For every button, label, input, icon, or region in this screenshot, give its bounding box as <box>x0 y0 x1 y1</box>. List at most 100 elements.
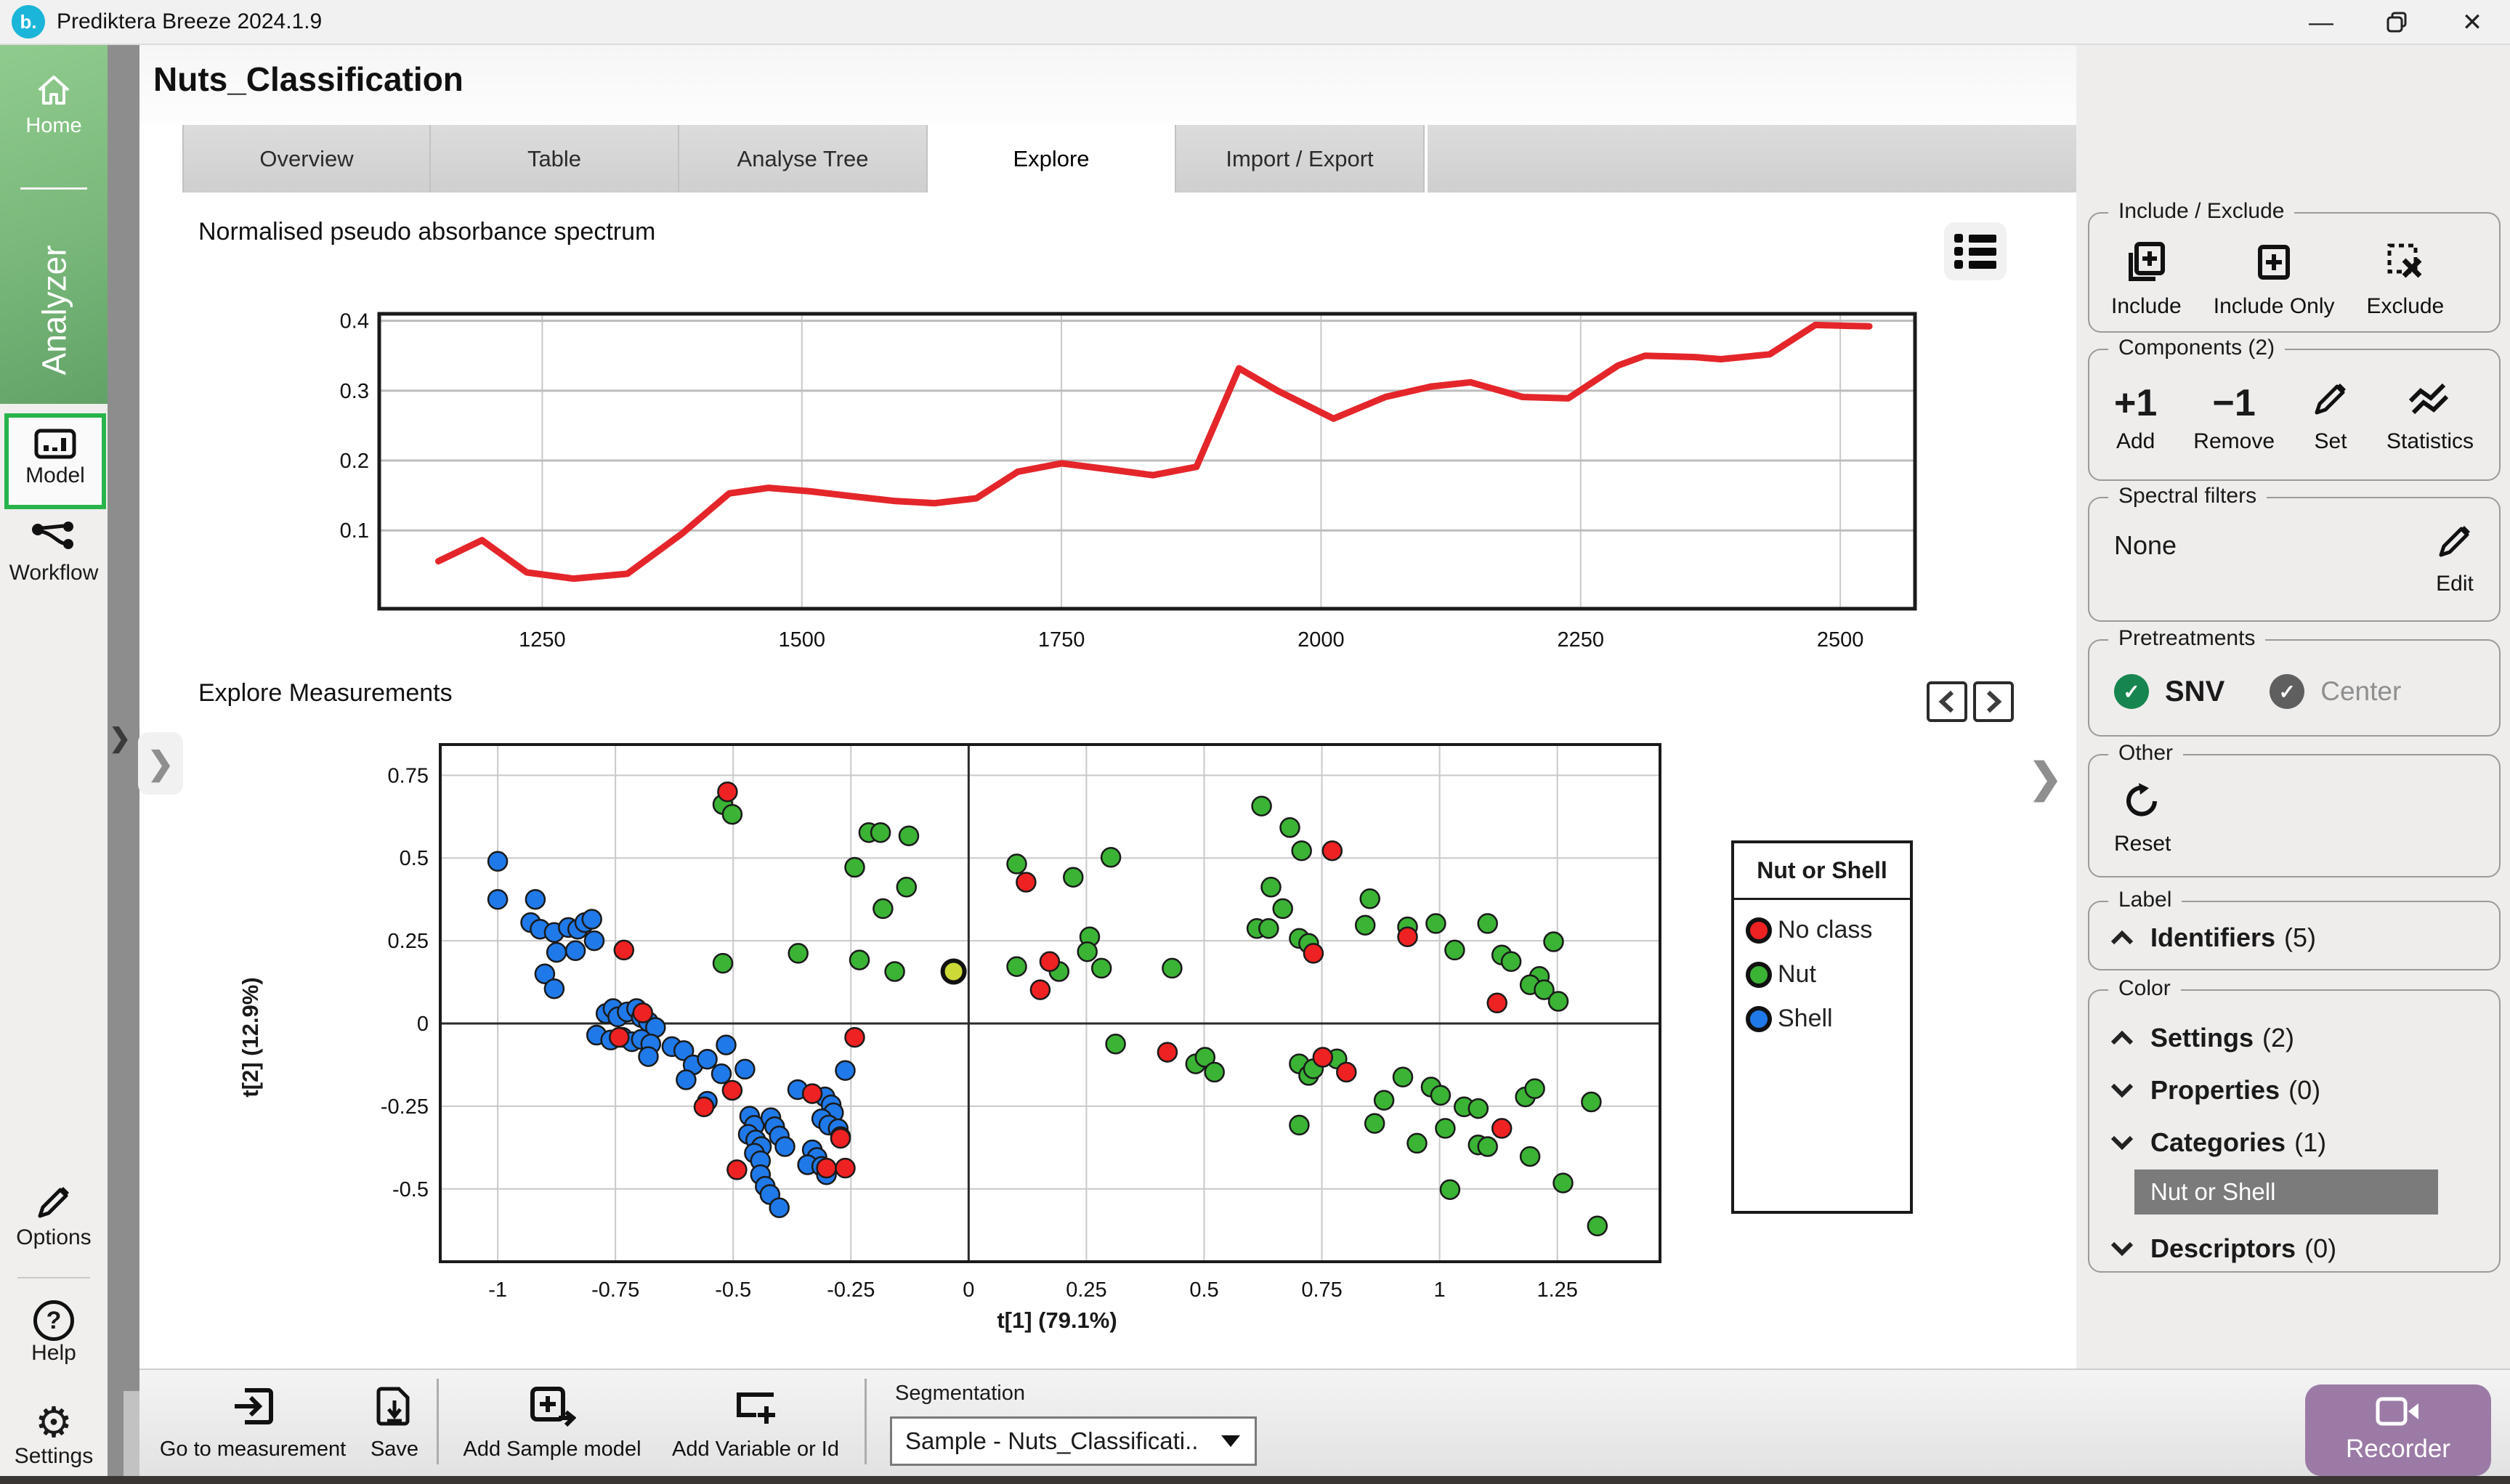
legend-title: Nut or Shell <box>1734 843 1910 900</box>
chevron-left-icon <box>1938 690 1954 713</box>
tab-explore[interactable]: Explore <box>928 125 1176 192</box>
spectrum-chart-title: Normalised pseudo absorbance spectrum <box>198 218 656 246</box>
section-legend: Components (2) <box>2108 336 2286 360</box>
color-categories-toggle[interactable]: Categories (1) <box>2089 1106 2499 1158</box>
tab-overview[interactable]: Overview <box>182 125 431 192</box>
sidebar-item-home[interactable]: Home <box>0 73 108 138</box>
svg-text:-1: -1 <box>488 1278 507 1302</box>
color-properties-toggle[interactable]: Properties (0) <box>2089 1053 2499 1106</box>
row-label: Settings <box>2150 1023 2254 1053</box>
legend-item-nut[interactable]: Nut <box>1746 960 1910 989</box>
row-count: (1) <box>2294 1127 2327 1157</box>
legend-item-shell[interactable]: Shell <box>1746 1005 1910 1033</box>
pretreatments-section: Pretreatments ✓ SNV ✓ Center <box>2088 626 2501 737</box>
video-camera-icon <box>2376 1397 2418 1426</box>
sidebar-divider <box>20 187 87 190</box>
sidebar-item-help[interactable]: ? Help <box>0 1300 108 1366</box>
segmentation-value: Sample - Nuts_Classificati.. <box>905 1427 1199 1454</box>
row-count: (0) <box>2288 1075 2321 1105</box>
svg-text:1: 1 <box>1434 1278 1446 1302</box>
tab-import-export[interactable]: Import / Export <box>1176 125 1425 192</box>
segmentation-select[interactable]: Sample - Nuts_Classificati.. <box>890 1416 1257 1466</box>
add-sample-model-icon <box>530 1387 577 1427</box>
svg-text:0.1: 0.1 <box>340 519 369 543</box>
spectral-filter-value: None <box>2114 530 2177 560</box>
svg-text:-0.5: -0.5 <box>715 1278 751 1302</box>
other-section: Other Reset <box>2088 741 2501 877</box>
sidebar-item-label: Model <box>25 463 85 487</box>
settings-gear-icon: ⚙ <box>35 1399 73 1446</box>
set-components-button[interactable]: Set <box>2311 379 2350 454</box>
svg-text:0.2: 0.2 <box>340 450 369 473</box>
sidebar-item-settings[interactable]: ⚙ Settings <box>0 1402 108 1469</box>
center-check-icon[interactable]: ✓ <box>2270 674 2305 709</box>
sidebar-item-label: Help <box>31 1341 76 1365</box>
left-pane-expander[interactable]: ❯ <box>138 732 183 795</box>
svg-text:0.3: 0.3 <box>340 380 369 403</box>
spectrum-chart[interactable]: 1250 1500 1750 2000 2250 2500 0.1 0.2 0.3 0.4 <box>312 307 1962 655</box>
chevron-right-icon: ❯ <box>147 745 174 782</box>
remove-component-button[interactable]: −1 Remove <box>2193 384 2275 454</box>
app-title: Prediktera Breeze 2024.1.9 <box>57 9 323 33</box>
svg-text:2000: 2000 <box>1297 628 1345 652</box>
save-button[interactable]: Save <box>362 1384 427 1461</box>
reset-button[interactable]: Reset <box>2114 782 2171 856</box>
pretreatment-snv-label: SNV <box>2165 675 2225 707</box>
help-icon: ? <box>33 1300 74 1341</box>
pencil-icon <box>2315 384 2347 415</box>
exclude-button[interactable]: Exclude <box>2367 241 2444 319</box>
add-sample-model-button[interactable]: Add Sample model <box>458 1384 647 1461</box>
tab-analyse-tree[interactable]: Analyse Tree <box>679 125 928 192</box>
tab-table[interactable]: Table <box>431 125 679 192</box>
edit-spectral-filters-button[interactable]: Edit <box>2435 522 2474 596</box>
plus-one-icon: +1 <box>2114 382 2158 424</box>
chevron-up-icon <box>2110 1030 2134 1046</box>
title-bar: b. Prediktera Breeze 2024.1.9 — ✕ <box>0 0 2510 45</box>
next-measurement-button[interactable] <box>1973 681 2014 722</box>
button-label: Include <box>2111 294 2182 318</box>
color-descriptors-toggle[interactable]: Descriptors (0) <box>2089 1215 2499 1264</box>
tab-bar: Overview Table Analyse Tree Explore Impo… <box>139 125 2076 192</box>
minimize-button[interactable]: — <box>2283 0 2359 45</box>
scatter-plot[interactable]: -1 -0.75 -0.5 -0.25 0 0.25 0.5 0.75 1 1.25 -0.5 -0.… <box>312 730 1765 1318</box>
chart-list-button[interactable] <box>1944 222 2007 280</box>
close-button[interactable]: ✕ <box>2434 0 2510 45</box>
row-label: Descriptors <box>2150 1233 2296 1263</box>
add-variable-or-id-button[interactable]: Add Variable or Id <box>661 1384 850 1461</box>
scatter-legend: Nut or Shell No class Nut Shell <box>1731 840 1913 1214</box>
restore-button[interactable] <box>2359 0 2434 45</box>
svg-text:0.75: 0.75 <box>388 764 429 787</box>
right-pane-expander[interactable]: ❯ <box>2028 754 2062 802</box>
statistics-button[interactable]: Statistics <box>2386 379 2474 454</box>
sidebar-divider <box>17 1277 90 1278</box>
home-icon <box>38 76 70 105</box>
section-legend: Spectral filters <box>2108 484 2267 508</box>
recorder-button[interactable]: Recorder <box>2305 1384 2491 1476</box>
include-button[interactable]: Include <box>2111 241 2182 319</box>
row-label: Properties <box>2150 1075 2280 1105</box>
go-to-measurement-button[interactable]: Go to measurement <box>158 1384 347 1461</box>
window-bottom-edge <box>0 1476 2510 1484</box>
splitter-scroll-thumb[interactable] <box>124 1391 139 1478</box>
button-label: Add Sample model <box>463 1438 641 1461</box>
row-count: (5) <box>2284 923 2317 952</box>
category-item-nut-or-shell[interactable]: Nut or Shell <box>2134 1169 2438 1215</box>
include-only-button[interactable]: Include Only <box>2214 241 2335 319</box>
sidebar-item-workflow[interactable]: Workflow <box>0 519 108 585</box>
splitter-expand-icon[interactable]: ❯ <box>109 723 131 753</box>
sidebar-item-model[interactable]: Model <box>4 413 106 509</box>
sidebar-item-options[interactable]: Options <box>0 1183 108 1250</box>
section-legend: Other <box>2108 741 2184 766</box>
button-label: Include Only <box>2213 294 2335 318</box>
panel-splitter[interactable] <box>108 45 139 1484</box>
row-count: (2) <box>2262 1023 2295 1053</box>
add-component-button[interactable]: +1 Add <box>2114 384 2157 454</box>
chevron-down-icon <box>2110 1241 2134 1257</box>
sidebar-item-label: Options <box>16 1225 92 1249</box>
button-label: Add <box>2116 429 2155 453</box>
prev-measurement-button[interactable] <box>1927 681 1967 722</box>
pencil-icon <box>38 1187 69 1218</box>
snv-check-icon[interactable]: ✓ <box>2114 674 2149 709</box>
legend-item-no-class[interactable]: No class <box>1746 916 1910 944</box>
section-legend: Label <box>2108 888 2182 912</box>
